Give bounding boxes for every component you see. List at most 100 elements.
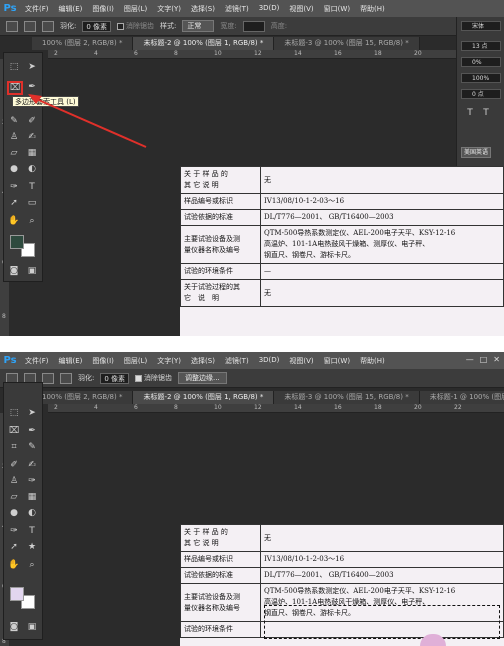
path-select-icon[interactable]: ➚ [7, 541, 21, 553]
cell-value: QTM-500导热系数测定仪、AEL-200电子天平、KSY-12-16 高温炉… [260, 225, 504, 264]
add-selection-icon[interactable] [42, 372, 54, 384]
menu-select[interactable]: 选择(S) [186, 356, 220, 366]
quick-mask-icon[interactable]: ◙ [7, 621, 21, 633]
close-icon[interactable]: ✕ [493, 355, 500, 364]
refine-edge-button[interactable]: 调整边缘... [178, 372, 227, 384]
screenshot-bottom: Ps 文件(F) 编辑(E) 图像(I) 图层(L) 文字(Y) 选择(S) 滤… [0, 352, 504, 646]
cell-label: 试验的环境条件 [180, 263, 261, 280]
move-tool-icon[interactable]: ➤ [25, 407, 39, 419]
cell-label: 试验的环境条件 [180, 621, 261, 638]
table-row: 样品编号或标识 IV13/08/10-1-2-03～16 [180, 551, 504, 568]
cell-value: 无 [260, 279, 504, 307]
screen-mode-icon[interactable]: ▣ [25, 621, 39, 633]
cell-label: 试验依据的标准 [180, 209, 261, 226]
tool-palette: ⬚ ➤ ⌧ ✒ ⌗ ✎ ✐ ✍ ♙ ✑ ▱ ▦ ● ◐ ✑ T ➚ ★ ✋ ⌕ … [3, 382, 43, 640]
stamp-tool-icon[interactable]: ♙ [7, 475, 21, 487]
cell-label: 样品编号或标识 [180, 193, 261, 210]
cell-value: DL/T776—2001、 GB/T16400—2003 [260, 209, 504, 226]
menu-image[interactable]: 图像(I) [87, 356, 119, 366]
horizontal-ruler: 2 4 6 8 10 12 14 16 18 20 22 [48, 404, 504, 413]
window-controls: — □ ✕ [466, 355, 500, 364]
foreground-color-swatch[interactable] [10, 587, 24, 601]
ruler-tick: 2 [54, 404, 58, 411]
document-tabs: 100% (图层 2, RGB/8) * 未标题-2 @ 100% (图层 1,… [32, 391, 504, 404]
cell-label: 关 于 样 品 的 其 它 说 明 [180, 166, 261, 194]
feather-input[interactable]: 0 像素 [100, 372, 130, 384]
subtract-selection-icon[interactable] [60, 372, 72, 384]
type-tool-icon[interactable]: T [25, 525, 39, 537]
eraser-tool-icon[interactable]: ▱ [7, 491, 21, 503]
crop-tool-icon[interactable]: ⌗ [7, 441, 21, 453]
table-row: 关 于 样 品 的 其 它 说 明无 [180, 524, 504, 552]
tab-doc-3[interactable]: 未标题-3 @ 100% (图层 15, RGB/8) * [274, 391, 420, 404]
table-row: 样品编号或标识 IV13/08/10-1-2-03～16 [180, 193, 504, 210]
document-canvas: 关 于 样 品 的 其 它 说 明无 样品编号或标识 IV13/08/10-1-2… [180, 524, 504, 646]
zoom-tool-icon[interactable]: ⌕ [25, 559, 39, 571]
polygonal-lasso-tool-icon[interactable]: ⌧ [7, 425, 21, 437]
cell-label: 关于试验过程的其 它 说 明 [180, 279, 261, 307]
menu-file[interactable]: 文件(F) [20, 356, 54, 366]
ruler-tick: 20 [414, 404, 422, 411]
ruler-tick: 14 [294, 404, 302, 411]
antialias-label: 消除锯齿 [144, 374, 173, 382]
menu-help[interactable]: 帮助(H) [355, 356, 390, 366]
maximize-icon[interactable]: □ [480, 355, 488, 364]
cell-value: IV13/08/10-1-2-03～16 [260, 551, 504, 568]
font-size-field[interactable]: 13 点 [461, 41, 501, 51]
menu-3d[interactable]: 3D(D) [254, 356, 285, 366]
tab-doc-1[interactable]: 100% (图层 2, RGB/8) * [32, 391, 134, 404]
cell-value: — [260, 263, 504, 280]
menu-filter[interactable]: 滤镜(T) [220, 356, 254, 366]
feather-label: 羽化: [78, 374, 95, 382]
cell-label: 关 于 样 品 的 其 它 说 明 [180, 524, 261, 552]
checkbox-checked-icon [135, 374, 143, 382]
healing-brush-icon[interactable]: ✐ [7, 459, 21, 471]
blur-tool-icon[interactable]: ● [7, 507, 21, 519]
vertical-scale-field[interactable]: 100% [461, 73, 501, 83]
hand-tool-icon[interactable]: ✋ [7, 559, 21, 571]
tab-doc-2[interactable]: 未标题-2 @ 100% (图层 1, RGB/8) * [133, 391, 275, 404]
language-select[interactable]: 美国英语 [461, 147, 492, 158]
cell-value: 无 [260, 524, 504, 552]
cell-label: 样品编号或标识 [180, 551, 261, 568]
magic-wand-tool-icon[interactable]: ✒ [25, 425, 39, 437]
antialias-checkbox[interactable]: 消除锯齿 [135, 373, 172, 383]
ruler-tick: 18 [374, 404, 382, 411]
cell-value: IV13/08/10-1-2-03～16 [260, 193, 504, 210]
screenshot-top: Ps 文件(F) 编辑(E) 图像(I) 图层(L) 文字(Y) 选择(S) 滤… [0, 0, 504, 336]
app-logo: Ps [3, 355, 17, 366]
menu-edit[interactable]: 编辑(E) [54, 356, 88, 366]
tab-doc-4[interactable]: 未标题-1 @ 100% (图层 17, RGB/8) * [419, 391, 504, 404]
menu-type[interactable]: 文字(Y) [152, 356, 186, 366]
menu-bar: Ps 文件(F) 编辑(E) 图像(I) 图层(L) 文字(Y) 选择(S) 滤… [0, 352, 504, 369]
table-row: 试验依据的标准 DL/T776—2001、 GB/T16400—2003 [180, 209, 504, 226]
character-panel: 宋体 13 点 0% 100% 0 点 T T 美国英语 [456, 17, 504, 167]
shape-tool-icon[interactable]: ★ [25, 541, 39, 553]
brush-tool-icon[interactable]: ✍ [25, 459, 39, 471]
dodge-tool-icon[interactable]: ◐ [25, 507, 39, 519]
tracking-field[interactable]: 0% [461, 57, 501, 67]
menu-list: 文件(F) 编辑(E) 图像(I) 图层(L) 文字(Y) 选择(S) 滤镜(T… [20, 356, 390, 366]
table-row: 主要试验设备及测 量仪器名称及编号 QTM-500导热系数测定仪、AEL-200电… [180, 225, 504, 264]
table-row: 关于试验过程的其 它 说 明无 [180, 279, 504, 307]
marquee-tool-icon[interactable]: ⬚ [7, 407, 21, 419]
menu-layer[interactable]: 图层(L) [119, 356, 152, 366]
baseline-shift-field[interactable]: 0 点 [461, 89, 501, 99]
faux-bold-icon[interactable]: T [463, 107, 477, 119]
minimize-icon[interactable]: — [466, 355, 474, 364]
table-row: 试验的环境条件 — [180, 263, 504, 280]
history-brush-icon[interactable]: ✑ [25, 475, 39, 487]
table-row: 关 于 样 品 的 其 它 说 明无 [180, 166, 504, 194]
cell-label: 主要试验设备及测 量仪器名称及编号 [180, 225, 261, 264]
menu-window[interactable]: 窗口(W) [319, 356, 355, 366]
faux-italic-icon[interactable]: T [479, 107, 493, 119]
document-canvas: 关 于 样 品 的 其 它 说 明无 样品编号或标识 IV13/08/10-1-2… [180, 166, 504, 336]
ruler-tick: 4 [94, 404, 98, 411]
eyedropper-tool-icon[interactable]: ✎ [25, 441, 39, 453]
menu-view[interactable]: 视图(V) [284, 356, 318, 366]
pen-tool-icon[interactable]: ✑ [7, 525, 21, 537]
gradient-tool-icon[interactable]: ▦ [25, 491, 39, 503]
ruler-tick: 10 [214, 404, 222, 411]
font-family-field[interactable]: 宋体 [461, 21, 501, 31]
ruler-tick: 6 [134, 404, 138, 411]
